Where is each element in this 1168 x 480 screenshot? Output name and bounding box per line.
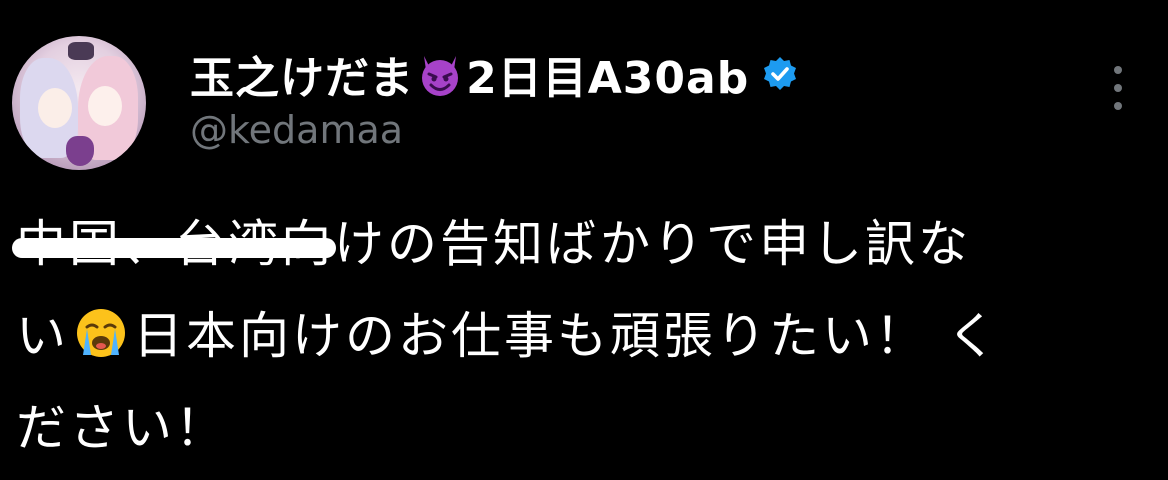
more-options-icon [1114,66,1122,74]
avatar-heart [66,136,94,166]
tweet-text: 中国、台湾向けの告知ばかりで申し訳な い 日本向けのお仕事も頑張りたい！ く だ… [12,198,1146,474]
more-options-button[interactable] [1104,66,1132,110]
struck-through-text: 中国、台湾向 [12,198,336,290]
avatar[interactable] [12,36,146,170]
avatar-face-right [88,86,122,126]
loudly-crying-face-icon [77,309,125,357]
tweet-line-3: ださい！ [16,399,228,457]
smiling-devil-icon [422,56,459,96]
tweet-line-1-rest: けの告知ばかりで申し訳な [334,215,971,273]
tweet-line-2-rest: 日本向けのお仕事も頑張りたい！ く [133,307,1000,365]
user-handle[interactable]: @kedamaa [190,108,403,152]
tweet-line-2-start: い [16,307,69,365]
display-name-part2[interactable]: 2日目A30ab [466,42,749,106]
more-options-icon-dot [1114,84,1122,92]
tweet-line-2: い 日本向けのお仕事も頑張りたい！ く [16,290,1146,382]
display-name-row[interactable]: 玉之けだま 2日目A30ab [190,44,799,104]
verified-badge-icon [764,57,797,90]
avatar-bow [68,42,94,60]
avatar-face-left [38,88,72,128]
display-name-part1[interactable]: 玉之けだま [190,42,414,106]
tweet-post: 玉之けだま 2日目A30ab @kedamaa 中国、台湾向けの告知ばかりで申し… [0,0,1168,480]
more-options-icon-dot [1114,102,1122,110]
tweet-line-1: 中国、台湾向けの告知ばかりで申し訳な [12,198,1146,290]
